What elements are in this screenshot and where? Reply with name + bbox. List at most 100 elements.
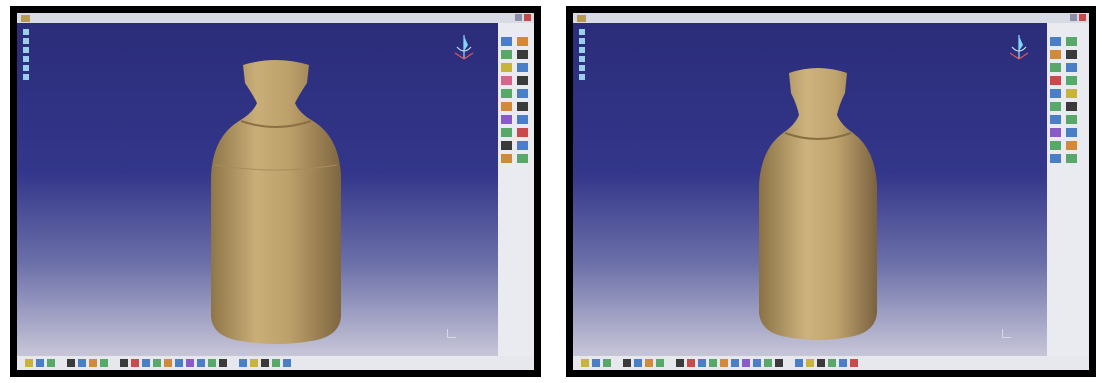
- tool-icon[interactable]: [1050, 50, 1061, 59]
- tool-icon[interactable]: [517, 89, 528, 98]
- tool-icon[interactable]: [517, 141, 528, 150]
- tool-icon[interactable]: [1066, 102, 1077, 111]
- tool-icon[interactable]: [250, 359, 258, 367]
- tool-icon[interactable]: [100, 359, 108, 367]
- tool-icon[interactable]: [517, 50, 528, 59]
- tool-icon[interactable]: [839, 359, 847, 367]
- specification-tree[interactable]: [579, 29, 588, 80]
- tool-icon[interactable]: [581, 359, 589, 367]
- tool-icon[interactable]: [517, 76, 528, 85]
- tool-icon[interactable]: [517, 37, 528, 46]
- tool-icon[interactable]: [1066, 76, 1077, 85]
- tool-icon[interactable]: [1066, 89, 1077, 98]
- bottle-icon[interactable]: [201, 55, 351, 351]
- tool-icon[interactable]: [283, 359, 291, 367]
- tool-icon[interactable]: [645, 359, 653, 367]
- tool-icon[interactable]: [501, 154, 512, 163]
- tool-icon[interactable]: [164, 359, 172, 367]
- tool-icon[interactable]: [47, 359, 55, 367]
- compass-icon[interactable]: [1007, 33, 1031, 65]
- close-icon[interactable]: [524, 14, 531, 21]
- minimize-icon[interactable]: [1070, 14, 1077, 21]
- tool-icon[interactable]: [1050, 89, 1061, 98]
- tool-icon[interactable]: [517, 102, 528, 111]
- tool-icon[interactable]: [153, 359, 161, 367]
- tool-icon[interactable]: [687, 359, 695, 367]
- app-logo-icon[interactable]: [21, 14, 30, 22]
- tool-icon[interactable]: [731, 359, 739, 367]
- tool-icon[interactable]: [1066, 128, 1077, 137]
- minimize-icon[interactable]: [515, 14, 522, 21]
- tool-icon[interactable]: [89, 359, 97, 367]
- tool-icon[interactable]: [272, 359, 280, 367]
- tool-icon[interactable]: [775, 359, 783, 367]
- tool-icon[interactable]: [186, 359, 194, 367]
- tool-icon[interactable]: [1050, 37, 1061, 46]
- tool-icon[interactable]: [1066, 50, 1077, 59]
- tool-icon[interactable]: [806, 359, 814, 367]
- tool-icon[interactable]: [1050, 154, 1061, 163]
- tool-icon[interactable]: [1050, 102, 1061, 111]
- tool-icon[interactable]: [603, 359, 611, 367]
- tree-item[interactable]: [579, 74, 588, 80]
- tool-icon[interactable]: [501, 128, 512, 137]
- tool-icon[interactable]: [517, 63, 528, 72]
- compass-icon[interactable]: [452, 33, 476, 65]
- tool-icon[interactable]: [175, 359, 183, 367]
- tool-icon[interactable]: [120, 359, 128, 367]
- tree-item[interactable]: [579, 38, 588, 44]
- tool-icon[interactable]: [1066, 115, 1077, 124]
- tool-icon[interactable]: [501, 50, 512, 59]
- 3d-viewport[interactable]: [573, 23, 1053, 356]
- tree-item[interactable]: [579, 29, 588, 35]
- tree-item[interactable]: [23, 47, 32, 53]
- tool-icon[interactable]: [501, 76, 512, 85]
- tool-icon[interactable]: [1050, 63, 1061, 72]
- tree-item[interactable]: [23, 65, 32, 71]
- tool-icon[interactable]: [501, 37, 512, 46]
- tool-icon[interactable]: [219, 359, 227, 367]
- tool-icon[interactable]: [1066, 63, 1077, 72]
- tool-icon[interactable]: [501, 141, 512, 150]
- tool-icon[interactable]: [67, 359, 75, 367]
- tree-item[interactable]: [579, 56, 588, 62]
- tree-item[interactable]: [23, 56, 32, 62]
- tool-icon[interactable]: [517, 128, 528, 137]
- tool-icon[interactable]: [36, 359, 44, 367]
- bottle-icon[interactable]: [753, 63, 883, 343]
- tool-icon[interactable]: [517, 154, 528, 163]
- tree-item[interactable]: [23, 29, 32, 35]
- tree-item[interactable]: [579, 65, 588, 71]
- tool-icon[interactable]: [1050, 76, 1061, 85]
- 3d-viewport[interactable]: [17, 23, 498, 356]
- tool-icon[interactable]: [501, 63, 512, 72]
- tool-icon[interactable]: [78, 359, 86, 367]
- close-icon[interactable]: [1079, 14, 1086, 21]
- tool-icon[interactable]: [1050, 141, 1061, 150]
- tool-icon[interactable]: [239, 359, 247, 367]
- tool-icon[interactable]: [1050, 128, 1061, 137]
- tool-icon[interactable]: [742, 359, 750, 367]
- tool-icon[interactable]: [676, 359, 684, 367]
- tool-icon[interactable]: [817, 359, 825, 367]
- tool-icon[interactable]: [850, 359, 858, 367]
- tool-icon[interactable]: [828, 359, 836, 367]
- tool-icon[interactable]: [142, 359, 150, 367]
- tool-icon[interactable]: [720, 359, 728, 367]
- tool-icon[interactable]: [208, 359, 216, 367]
- tool-icon[interactable]: [501, 115, 512, 124]
- tree-item[interactable]: [579, 47, 588, 53]
- tool-icon[interactable]: [698, 359, 706, 367]
- specification-tree[interactable]: [23, 29, 32, 80]
- tool-icon[interactable]: [592, 359, 600, 367]
- app-logo-icon[interactable]: [577, 14, 586, 22]
- tool-icon[interactable]: [1050, 115, 1061, 124]
- tool-icon[interactable]: [1066, 154, 1077, 163]
- tool-icon[interactable]: [131, 359, 139, 367]
- tool-icon[interactable]: [634, 359, 642, 367]
- tree-item[interactable]: [23, 38, 32, 44]
- tool-icon[interactable]: [623, 359, 631, 367]
- tool-icon[interactable]: [753, 359, 761, 367]
- tool-icon[interactable]: [656, 359, 664, 367]
- tool-icon[interactable]: [709, 359, 717, 367]
